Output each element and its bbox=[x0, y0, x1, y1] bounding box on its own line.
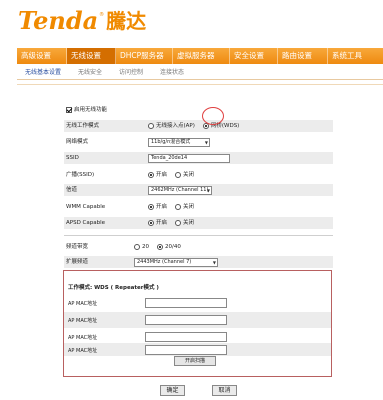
sub-nav: 无线基本设置 无线安全 访问控制 连接状态 bbox=[17, 66, 383, 80]
channel-row: 信道 2462MHz (Channel 11) bbox=[64, 184, 333, 196]
mac-row-2: AP MAC地址 bbox=[64, 312, 331, 328]
wds-mode-title: 工作模式: WDS ( Repeater模式 ) bbox=[68, 285, 159, 291]
mac-row-4: AP MAC地址 bbox=[64, 343, 331, 356]
tenda-logo: Tenda ® 騰达 bbox=[18, 8, 146, 34]
divider bbox=[17, 84, 383, 85]
apsd-on-radio[interactable] bbox=[148, 220, 154, 226]
mac-label-3: AP MAC地址 bbox=[68, 335, 98, 341]
subnav-status[interactable]: 连接状态 bbox=[152, 66, 193, 79]
broadcast-on-radio[interactable] bbox=[148, 172, 154, 178]
enable-wireless-checkbox[interactable] bbox=[66, 107, 72, 113]
scan-button[interactable]: 开启扫描 bbox=[174, 356, 216, 366]
nav-dhcp[interactable]: DHCP服务器 bbox=[116, 48, 173, 64]
nav-security[interactable]: 安全设置 bbox=[230, 48, 278, 64]
bandwidth-20-radio[interactable] bbox=[134, 244, 140, 250]
work-mode-ap-label: 无线接入点(AP) bbox=[156, 123, 195, 129]
subnav-basic[interactable]: 无线基本设置 bbox=[17, 66, 70, 79]
wmm-on-radio[interactable] bbox=[148, 204, 154, 210]
nav-system-tools[interactable]: 系统工具 bbox=[328, 48, 383, 64]
mac-label-2: AP MAC地址 bbox=[68, 318, 98, 324]
nav-wireless[interactable]: 无线设置 bbox=[67, 48, 116, 64]
ssid-label: SSID bbox=[66, 155, 79, 161]
ok-button[interactable]: 确定 bbox=[160, 385, 185, 396]
broadcast-row: 广播(SSID) 开启 关闭 bbox=[64, 169, 333, 181]
nav-routing[interactable]: 路由设置 bbox=[278, 48, 328, 64]
wmm-on-label: 开启 bbox=[156, 204, 168, 210]
apsd-row: APSD Capable 开启 关闭 bbox=[64, 217, 333, 229]
ext-channel-row: 扩展频道 2443MHz (Channel 7) bbox=[64, 256, 333, 268]
wmm-label: WMM Capable bbox=[66, 204, 106, 210]
main-nav: 高级设置 无线设置 DHCP服务器 虚拟服务器 安全设置 路由设置 系统工具 bbox=[17, 48, 383, 64]
bandwidth-20-40-radio[interactable] bbox=[157, 244, 163, 250]
header: Tenda ® 騰达 bbox=[0, 0, 383, 46]
broadcast-off-radio[interactable] bbox=[175, 172, 182, 178]
subnav-access-control[interactable]: 访问控制 bbox=[111, 66, 152, 79]
enable-wireless-row: 启用无线功能 bbox=[64, 104, 333, 116]
mac-row-1: AP MAC地址 bbox=[64, 295, 331, 311]
work-mode-row: 无线工作模式 无线接入点(AP) 网桥(WDS) bbox=[64, 120, 333, 132]
enable-wireless-label: 启用无线功能 bbox=[74, 107, 108, 113]
separator bbox=[64, 235, 333, 236]
highlight-circle bbox=[202, 107, 224, 125]
channel-select[interactable]: 2462MHz (Channel 11) bbox=[148, 185, 212, 195]
ssid-row: SSID Tenda_20de14 bbox=[64, 152, 333, 164]
apsd-on-label: 开启 bbox=[156, 220, 168, 226]
channel-label: 信道 bbox=[66, 187, 78, 193]
mac-input-3[interactable] bbox=[145, 332, 227, 342]
logo-text-en: Tenda bbox=[18, 6, 99, 35]
ssid-input[interactable]: Tenda_20de14 bbox=[148, 153, 230, 163]
apsd-off-label: 关闭 bbox=[183, 220, 195, 226]
broadcast-off-label: 关闭 bbox=[183, 172, 195, 178]
wmm-row: WMM Capable 开启 关闭 bbox=[64, 201, 333, 213]
cancel-button[interactable]: 取消 bbox=[212, 385, 237, 396]
work-mode-label: 无线工作模式 bbox=[66, 123, 100, 129]
work-mode-ap-radio[interactable] bbox=[148, 123, 154, 129]
broadcast-label: 广播(SSID) bbox=[66, 172, 95, 178]
ext-channel-label: 扩展频道 bbox=[66, 259, 89, 265]
wmm-off-radio[interactable] bbox=[175, 204, 182, 210]
logo-text-cn: 騰达 bbox=[106, 9, 147, 33]
network-mode-label: 网络模式 bbox=[66, 139, 89, 145]
mac-input-4[interactable] bbox=[145, 345, 227, 355]
bandwidth-row: 频道带宽 20 20/40 bbox=[64, 241, 333, 253]
apsd-off-radio[interactable] bbox=[175, 220, 182, 226]
broadcast-on-label: 开启 bbox=[156, 172, 168, 178]
subnav-security[interactable]: 无线安全 bbox=[70, 66, 111, 79]
mac-label-1: AP MAC地址 bbox=[68, 301, 98, 307]
nav-virtual-server[interactable]: 虚拟服务器 bbox=[173, 48, 230, 64]
bandwidth-20-label: 20 bbox=[142, 244, 149, 250]
network-mode-select[interactable]: 11b/g/n混合模式 bbox=[148, 137, 210, 147]
mac-input-2[interactable] bbox=[145, 315, 227, 325]
mac-label-4: AP MAC地址 bbox=[68, 348, 98, 354]
apsd-label: APSD Capable bbox=[66, 220, 106, 226]
registered-mark: ® bbox=[99, 12, 105, 18]
wmm-off-label: 关闭 bbox=[183, 204, 195, 210]
mac-input-1[interactable] bbox=[145, 298, 227, 308]
nav-advanced[interactable]: 高级设置 bbox=[17, 48, 67, 64]
bandwidth-label: 频道带宽 bbox=[66, 244, 89, 250]
network-mode-row: 网络模式 11b/g/n混合模式 bbox=[64, 136, 333, 148]
ext-channel-select[interactable]: 2443MHz (Channel 7) bbox=[134, 257, 218, 267]
wds-section: 工作模式: WDS ( Repeater模式 ) AP MAC地址 AP MAC… bbox=[63, 270, 332, 377]
bandwidth-20-40-label: 20/40 bbox=[165, 244, 181, 250]
